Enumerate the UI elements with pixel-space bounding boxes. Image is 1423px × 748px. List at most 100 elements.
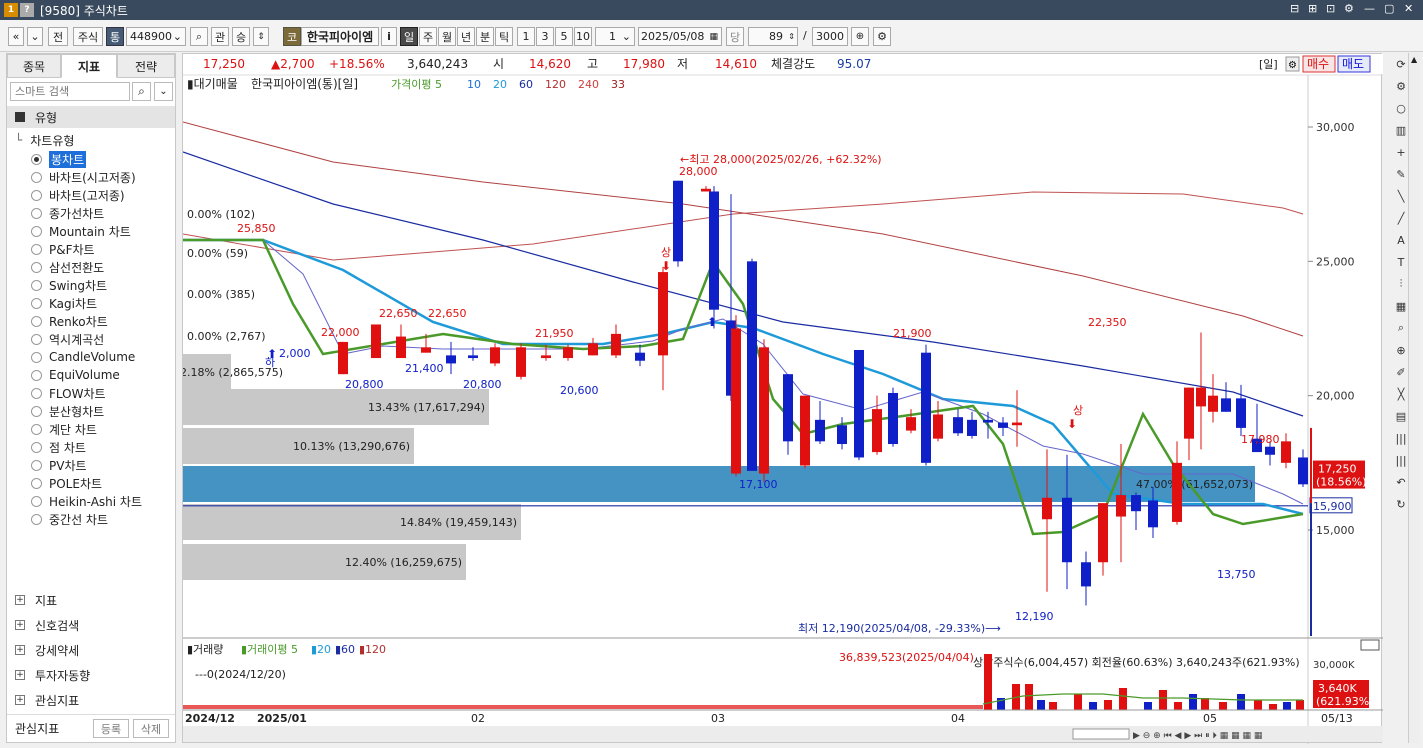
chart-type-item[interactable]: 바차트(시고저종) [31,168,136,186]
chart-type-item[interactable]: FLOW차트 [31,384,106,402]
delete-button[interactable]: 삭제 [133,719,169,738]
prev-stock-button[interactable]: 전 [48,27,68,46]
stock-type-button[interactable]: 주식 [73,27,103,46]
radio-button[interactable] [31,441,42,453]
expand-icon[interactable]: ⊞ [1308,2,1317,15]
radio-button[interactable] [31,333,42,345]
radio-button[interactable] [31,513,42,525]
period-button-1[interactable]: 주 [419,27,437,46]
chart-type-item[interactable]: 분산형차트 [31,402,104,420]
radio-button[interactable] [31,477,42,489]
interval-button-3[interactable]: 10 [574,27,592,46]
radio-button[interactable] [31,351,42,363]
chart-type-group[interactable]: └ 차트유형 [15,131,74,149]
radio-button[interactable] [31,243,42,255]
tab-indicators[interactable]: 지표 [61,54,117,78]
layout-icon[interactable]: ⊟ [1290,2,1299,15]
section-4[interactable]: + 관심지표 [15,690,79,710]
radio-button[interactable] [31,315,42,327]
chart-type-item[interactable]: Swing차트 [31,276,107,294]
chart-type-item[interactable]: 바차트(고저종) [31,186,125,204]
radio-button[interactable] [31,405,42,417]
zoom-input[interactable]: 89 ⇕ [748,27,798,46]
chart-type-item[interactable]: 봉차트 [31,150,87,168]
capture-icon[interactable]: ⊡ [1326,2,1335,15]
search-icon[interactable]: ⌕ [132,82,151,101]
scroll-controls-icon[interactable]: ▶ ⊖ ⊕ ⏮ ◀ ▶ ⏭ ⏸ ⏵ ▦ ▦ ▦ ▦ [1133,731,1262,741]
radio-button[interactable] [31,369,42,381]
chart-area[interactable]: 17,250 ▲2,700 +18.56% 3,640,243 시 14,620 고 17,9… [182,53,1383,744]
h-scroll-thumb[interactable] [1072,728,1130,740]
section-3[interactable]: + 투자자동향 [15,665,90,685]
smart-search-input[interactable] [10,82,130,101]
interval-button-2[interactable]: 5 [555,27,573,46]
interval-button-0[interactable]: 1 [517,27,535,46]
stepper-icon[interactable]: ⇕ [788,32,795,41]
help-badge[interactable]: ? [20,3,34,17]
nav-prev-button[interactable]: « [8,27,24,46]
chart-type-item[interactable]: Heikin-Ashi 차트 [31,492,142,510]
pane-close-icon[interactable] [1360,639,1380,651]
radio-button[interactable] [31,297,42,309]
chart-type-item[interactable]: P&F차트 [31,240,95,258]
radio-button[interactable] [31,495,42,507]
register-button[interactable]: 등록 [93,719,129,738]
close-icon[interactable]: ✕ [1404,2,1413,15]
radio-button[interactable] [31,387,42,399]
chart-type-item[interactable]: 중간선 차트 [31,510,108,528]
radio-button[interactable] [31,279,42,291]
radio-button[interactable] [31,459,42,471]
zoom-in-icon[interactable]: ⊕ [851,27,869,46]
total-input[interactable]: 3000 [812,27,848,46]
search-button[interactable]: ⌕ [190,27,208,46]
calendar-icon[interactable]: ▦ [709,32,718,42]
gear-icon[interactable]: ⚙ [1288,60,1297,71]
maximize-icon[interactable]: ▢ [1384,2,1394,15]
seung-button[interactable]: 승 [232,27,250,46]
tab-stocks[interactable]: 종목 [7,54,61,78]
radio-button[interactable] [31,261,42,273]
period-button-0[interactable]: 일 [400,27,418,46]
count-input[interactable]: 1 ⌄ [595,27,635,46]
period-button-4[interactable]: 분 [476,27,494,46]
vertical-scrollbar[interactable]: ▲ [1408,53,1420,743]
section-header[interactable]: 유형 [7,106,175,128]
radio-button[interactable] [31,153,42,165]
radio-button[interactable] [31,225,42,237]
nav-down-button[interactable]: ⌄ [27,27,43,46]
chart-type-item[interactable]: Renko차트 [31,312,108,330]
stock-code-input[interactable]: 448900 ⌄ [126,27,186,46]
section-0[interactable]: + 지표 [15,590,57,610]
type-toggle-button[interactable]: 통 [106,27,124,46]
chart-type-item[interactable]: Mountain 차트 [31,222,131,240]
chart-type-item[interactable]: PV차트 [31,456,87,474]
section-1[interactable]: + 신호검색 [15,615,79,635]
chart-type-item[interactable]: Kagi차트 [31,294,97,312]
radio-button[interactable] [31,423,42,435]
double-chevron-icon[interactable]: ⌄ [154,82,173,101]
updown-stepper[interactable]: ⇕ [253,27,269,46]
interval-button-1[interactable]: 3 [536,27,554,46]
radio-button[interactable] [31,171,42,183]
chart-type-item[interactable]: 종가선차트 [31,204,104,222]
period-button-5[interactable]: 틱 [495,27,513,46]
chart-type-item[interactable]: EquiVolume [31,366,120,384]
chart-type-item[interactable]: 계단 차트 [31,420,97,438]
scroll-up-icon[interactable]: ▲ [1411,55,1417,64]
radio-button[interactable] [31,207,42,219]
chart-type-item[interactable]: 삼선전환도 [31,258,104,276]
chart-type-item[interactable]: CandleVolume [31,348,135,366]
period-button-3[interactable]: 년 [457,27,475,46]
settings-icon[interactable]: ⚙ [1344,2,1354,15]
day-button[interactable]: [일] [1259,57,1278,71]
info-button[interactable]: i [381,27,397,46]
radio-button[interactable] [31,189,42,201]
chart-type-item[interactable]: 역시계곡선 [31,330,104,348]
section-2[interactable]: + 강세약세 [15,640,79,660]
gwan-button[interactable]: 관 [211,27,229,46]
gear-icon[interactable]: ⚙ [873,27,891,46]
minimize-icon[interactable]: — [1364,2,1375,15]
period-button-2[interactable]: 월 [438,27,456,46]
tab-strategy[interactable]: 전략 [117,54,175,78]
date-input[interactable]: 2025/05/08 ▦ [638,27,722,46]
